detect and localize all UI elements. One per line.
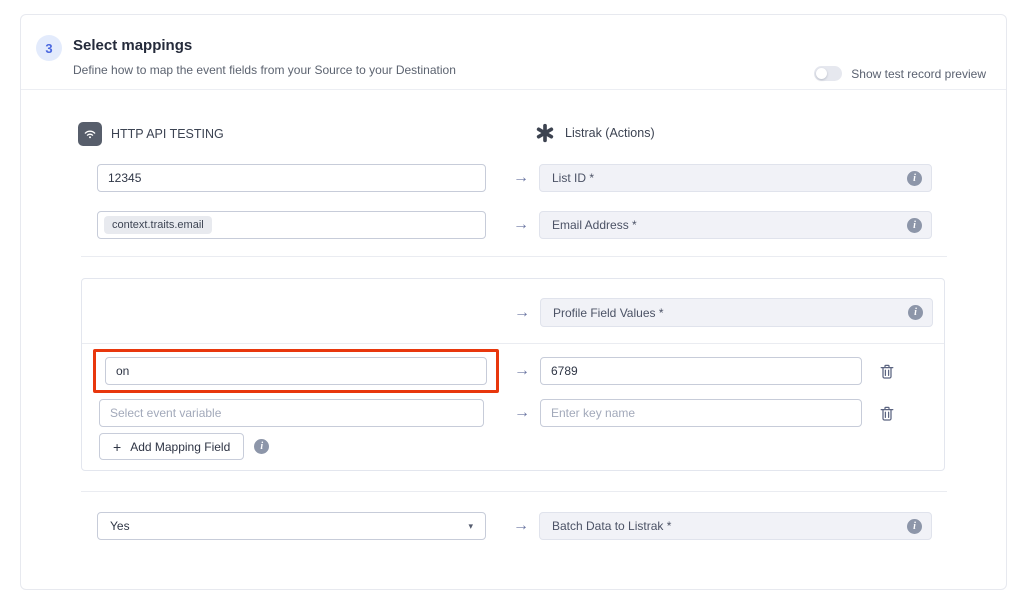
email-destination-field: Email Address * i	[539, 211, 932, 239]
section-divider	[81, 491, 947, 492]
email-source-input[interactable]: context.traits.email	[97, 211, 486, 239]
mapping-value-input[interactable]	[540, 357, 862, 385]
list-id-label: List ID *	[552, 171, 594, 185]
arrow-icon: →	[502, 298, 542, 327]
step-header: 3 Select mappings Define how to map the …	[21, 15, 1006, 90]
list-id-destination-field: List ID * i	[539, 164, 932, 192]
profile-label: Profile Field Values *	[553, 306, 664, 320]
info-icon[interactable]: i	[908, 305, 923, 320]
source-header: HTTP API TESTING	[78, 122, 224, 146]
info-icon[interactable]: i	[907, 171, 922, 186]
wifi-source-icon	[78, 122, 102, 146]
listrak-logo-icon	[534, 122, 556, 144]
event-variable-chip[interactable]: context.traits.email	[104, 216, 212, 234]
key-name-input[interactable]	[540, 399, 862, 427]
trash-icon	[880, 364, 894, 379]
add-mapping-field-label: Add Mapping Field	[130, 440, 230, 454]
destination-name: Listrak (Actions)	[565, 126, 655, 140]
destination-header: Listrak (Actions)	[534, 122, 655, 144]
add-mapping-row: + Add Mapping Field i	[99, 433, 269, 460]
info-icon[interactable]: i	[254, 439, 269, 454]
delete-row-button[interactable]	[876, 402, 898, 424]
delete-row-button[interactable]	[876, 360, 898, 382]
arrow-icon: →	[501, 211, 541, 239]
batch-label: Batch Data to Listrak *	[552, 519, 671, 533]
preview-toggle[interactable]	[814, 66, 842, 81]
select-mappings-card: 3 Select mappings Define how to map the …	[20, 14, 1007, 590]
info-icon[interactable]: i	[907, 218, 922, 233]
mapping-key-input[interactable]	[105, 357, 487, 385]
preview-toggle-label: Show test record preview	[851, 67, 986, 81]
email-label: Email Address *	[552, 218, 637, 232]
toggle-knob	[816, 68, 827, 79]
arrow-icon: →	[502, 399, 542, 427]
info-icon[interactable]: i	[907, 519, 922, 534]
arrow-icon: →	[501, 164, 541, 192]
batch-destination-field: Batch Data to Listrak * i	[539, 512, 932, 540]
preview-toggle-wrap: Show test record preview	[814, 66, 986, 81]
batch-source-select[interactable]: Yes ▾	[97, 512, 486, 540]
arrow-icon: →	[501, 512, 541, 540]
box-divider	[82, 343, 944, 344]
plus-icon: +	[113, 439, 121, 455]
add-mapping-field-button[interactable]: + Add Mapping Field	[99, 433, 244, 460]
highlight-rectangle	[93, 349, 499, 393]
page-subtitle: Define how to map the event fields from …	[73, 63, 456, 77]
event-variable-select-input[interactable]	[99, 399, 484, 427]
page-title: Select mappings	[73, 37, 192, 54]
batch-selected-value: Yes	[110, 519, 130, 533]
step-number-badge: 3	[36, 35, 62, 61]
profile-field-values-box: → Profile Field Values * i → → + Add Map…	[81, 278, 945, 471]
caret-down-icon: ▾	[468, 521, 473, 532]
trash-icon	[880, 406, 894, 421]
list-id-source-input[interactable]	[97, 164, 486, 192]
profile-destination-field: Profile Field Values * i	[540, 298, 933, 327]
section-divider	[81, 256, 947, 257]
source-name: HTTP API TESTING	[111, 127, 224, 141]
arrow-icon: →	[502, 357, 542, 385]
